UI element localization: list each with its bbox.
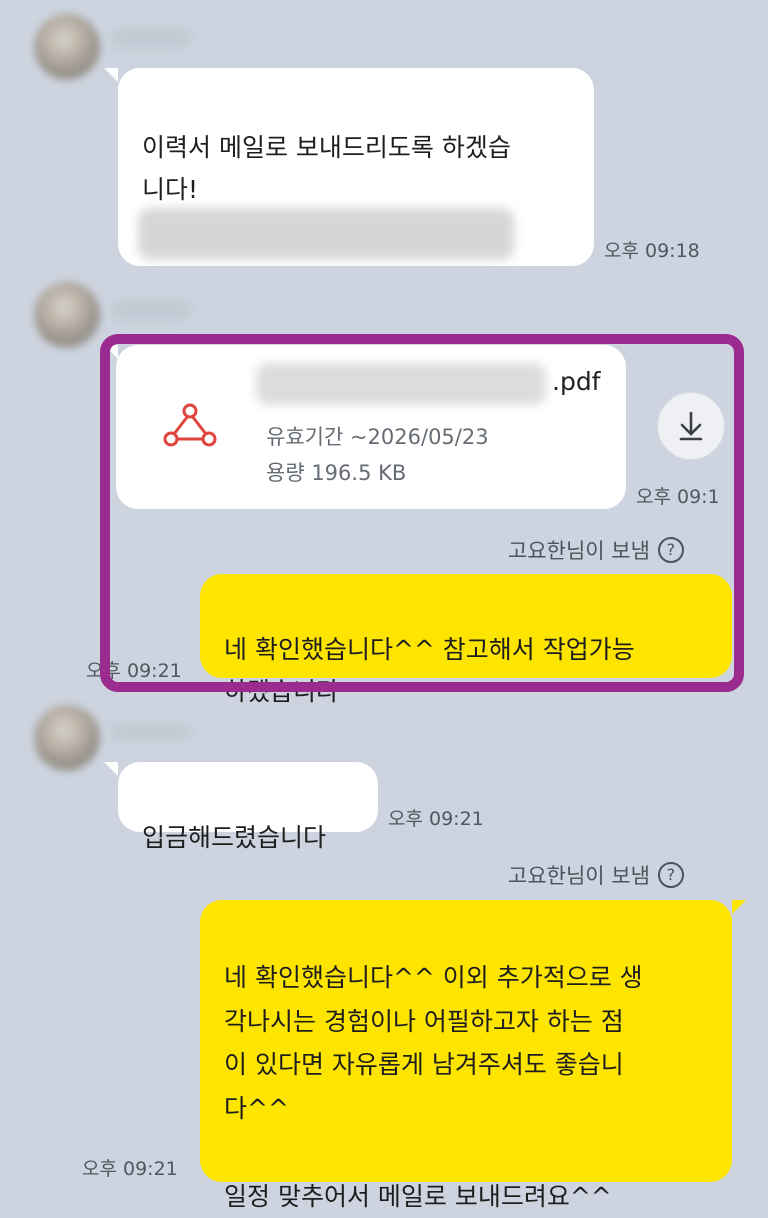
sent-by-label: 고요한님이 보냄 ? xyxy=(508,860,684,890)
sender-name-blurred xyxy=(110,300,192,320)
message-text: 이력서 메일로 보내드리도록 하겠습 니다! xyxy=(142,132,511,205)
help-circle-icon[interactable]: ? xyxy=(657,862,684,888)
sender-name-blurred xyxy=(110,722,192,742)
message-timestamp: 오후 09:21 xyxy=(388,808,484,830)
sender-name-blurred xyxy=(110,28,192,48)
sent-by-text: 고요한님이 보냄 xyxy=(508,864,650,888)
highlight-frame xyxy=(100,334,744,692)
bubble-tail xyxy=(104,68,118,82)
message-text: 네 확인했습니다^^ 이외 추가적으로 생 각나시는 경험이나 어필하고자 하는… xyxy=(224,962,643,1211)
blurred-link-preview xyxy=(138,208,514,260)
outgoing-message-bubble[interactable]: 네 확인했습니다^^ 이외 추가적으로 생 각나시는 경험이나 어필하고자 하는… xyxy=(200,900,732,1211)
message-timestamp: 오후 09:21 xyxy=(82,1158,178,1180)
message-timestamp: 오후 09:18 xyxy=(604,240,700,262)
bubble-tail xyxy=(732,900,746,914)
incoming-message-bubble[interactable]: 입금해드렸습니다 xyxy=(118,762,378,852)
bubble-tail xyxy=(104,762,118,776)
sender-avatar[interactable] xyxy=(34,14,100,80)
sender-avatar[interactable] xyxy=(34,705,100,771)
sender-avatar[interactable] xyxy=(34,282,100,348)
message-text: 입금해드렸습니다 xyxy=(142,822,327,852)
